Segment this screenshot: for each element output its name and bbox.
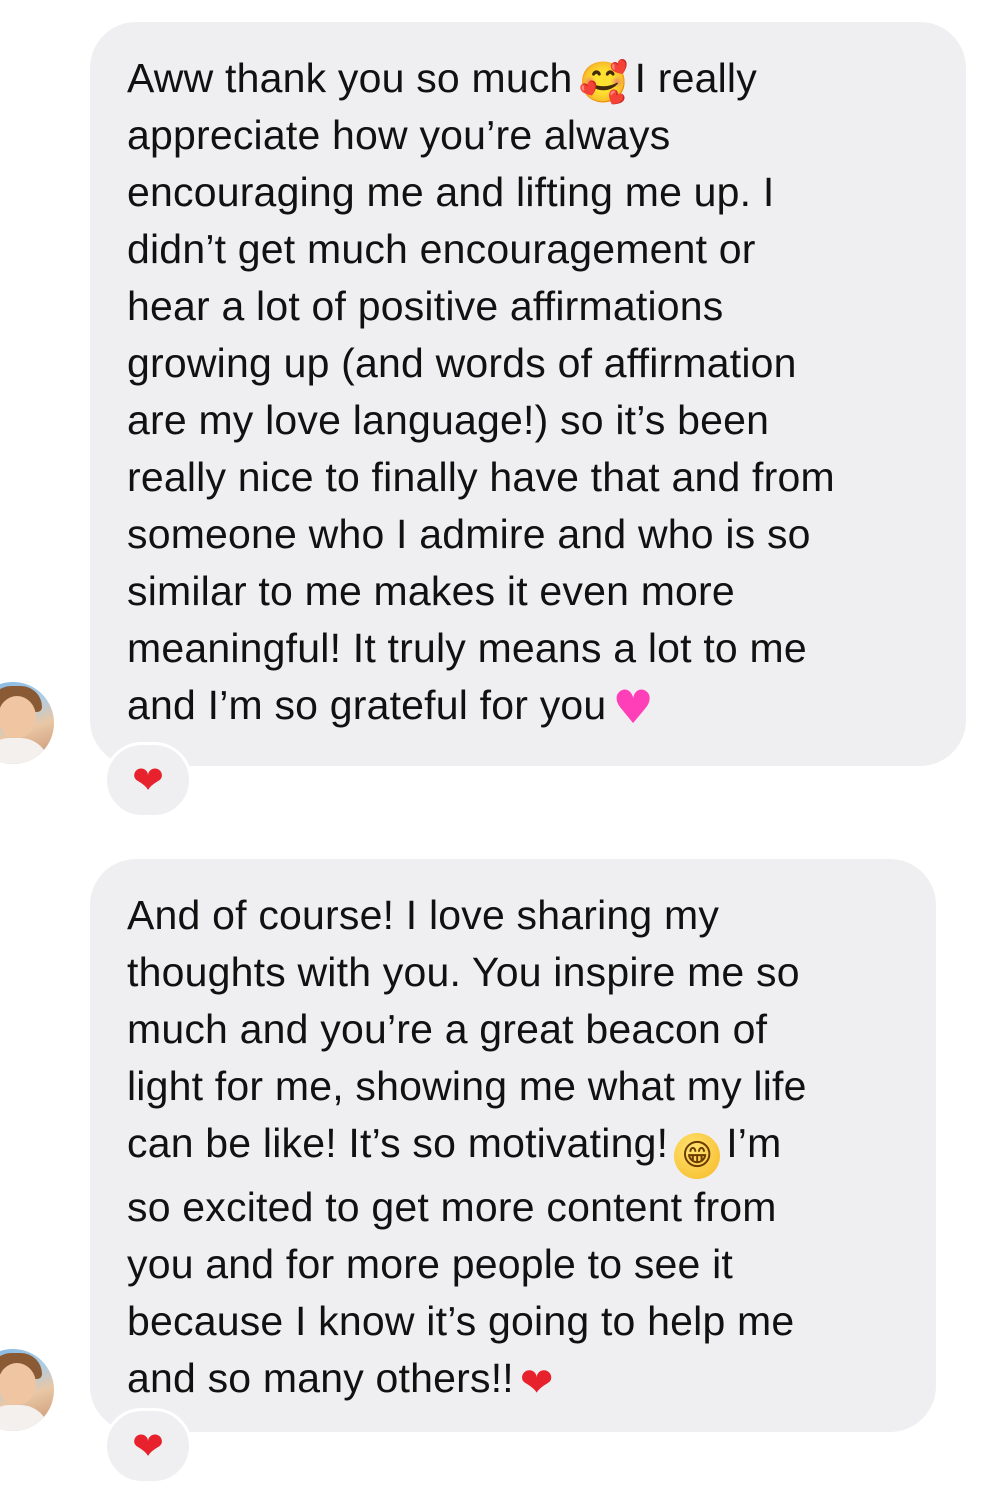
red-heart-icon: ❤ [132,1424,164,1468]
message-bubble[interactable]: And of course! I love sharing my thought… [90,859,936,1432]
message-line: Aww thank you so much 🥰 I really [127,55,757,106]
message-line: really nice to finally have that and fro… [127,454,835,500]
message-line: someone who I admire and who is so [127,511,811,557]
message-line: are my love language!) so it’s been [127,397,770,443]
avatar-shirt [0,1405,50,1431]
message-line: similar to me makes it even more [127,568,735,614]
message-line: encouraging me and lifting me up. I [127,169,775,215]
sender-avatar[interactable] [0,1349,54,1431]
red-heart-icon: ❤ [132,758,164,802]
message-line: meaningful! It truly means a lot to me [127,625,807,671]
grinning-face-emoji: 😁 [674,1133,721,1179]
message-line: hear a lot of positive affirmations [127,283,724,329]
red-heart-emoji: ❤ [519,1360,554,1406]
message-line: you and for more people to see it [127,1241,734,1287]
message-line: growing up (and words of affirmation [127,340,797,386]
message-line: And of course! I love sharing my [127,892,720,938]
message-line: much and you’re a great beacon of [127,1006,768,1052]
message-line: and so many others!! ❤ [127,1355,554,1406]
heart-reaction-badge[interactable]: ❤ [104,742,192,818]
message-line: appreciate how you’re always [127,112,671,158]
message-line: light for me, showing me what my life [127,1063,807,1109]
message-line: can be like! It’s so motivating! 😁 I’m [127,1115,906,1179]
avatar-face [0,696,36,738]
heart-reaction-badge[interactable]: ❤ [104,1408,192,1484]
message-line: didn’t get much encouragement or [127,226,756,272]
avatar-shirt [0,738,50,764]
sender-avatar[interactable] [0,682,54,764]
pink-heart-emoji: ♥ [612,680,654,734]
message-bubble[interactable]: Aww thank you so much 🥰 I really appreciat… [90,22,966,766]
message-line: because I know it’s going to help me [127,1298,795,1344]
message-line: thoughts with you. You inspire me so [127,949,800,995]
avatar-face [0,1363,36,1405]
message-line: and I’m so grateful for you ♥ [127,680,654,734]
smiling-face-with-hearts-emoji: 🥰 [578,60,629,106]
message-line: so excited to get more content from [127,1184,777,1230]
